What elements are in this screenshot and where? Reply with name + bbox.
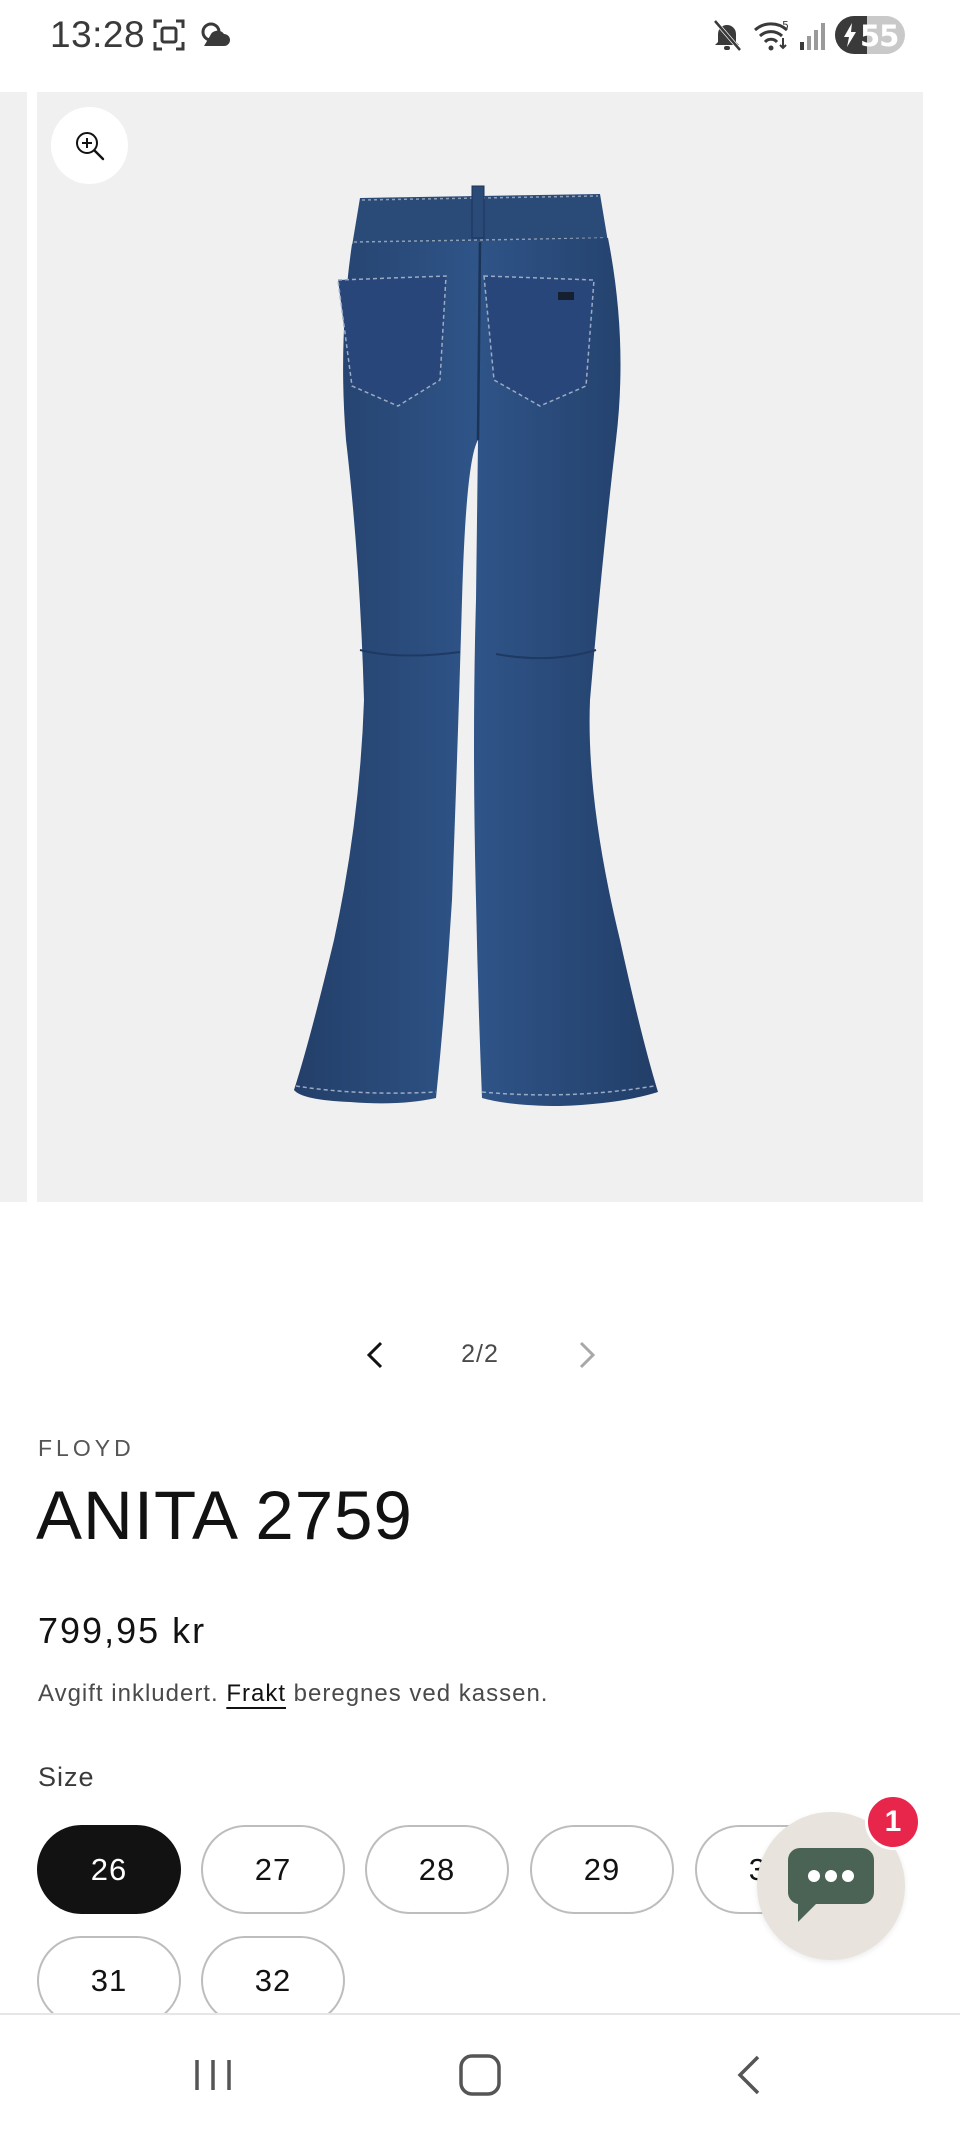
screenshot-icon xyxy=(152,18,186,57)
chat-icon xyxy=(787,1848,874,1922)
shipping-link[interactable]: Frakt xyxy=(226,1680,286,1707)
size-label: Size xyxy=(38,1762,95,1792)
battery-icon: 55 xyxy=(835,16,905,54)
tax-note-text: Avgift inkludert. xyxy=(38,1680,227,1707)
signal-icon xyxy=(798,18,828,57)
back-icon xyxy=(737,2055,760,2095)
size-option-27[interactable]: 27 xyxy=(201,1825,345,1914)
home-button[interactable] xyxy=(450,2045,510,2105)
chevron-right-icon xyxy=(579,1341,596,1369)
size-option-26[interactable]: 26 xyxy=(37,1825,181,1914)
status-bar: 13:28 5 55 xyxy=(0,0,960,72)
product-vendor: FLOYD xyxy=(38,1435,135,1461)
slide-counter: 2/2 xyxy=(461,1340,499,1368)
size-option-28[interactable]: 28 xyxy=(365,1825,509,1914)
size-option-31[interactable]: 31 xyxy=(37,1936,181,2013)
recent-apps-button[interactable] xyxy=(183,2045,243,2105)
previous-slide-peek[interactable] xyxy=(0,92,27,1202)
cloud-icon xyxy=(196,18,232,57)
svg-text:5: 5 xyxy=(782,19,789,32)
back-button[interactable] xyxy=(720,2045,780,2105)
slider-nav: 2/2 xyxy=(340,1320,620,1390)
product-price: 799,95 kr xyxy=(38,1610,207,1651)
chat-unread-badge: 1 xyxy=(865,1794,921,1850)
size-option-29[interactable]: 29 xyxy=(530,1825,674,1914)
home-icon xyxy=(459,2054,501,2096)
zoom-in-icon xyxy=(75,131,104,160)
product-image[interactable] xyxy=(290,180,670,1110)
zoom-button[interactable] xyxy=(51,107,128,184)
chevron-left-icon xyxy=(366,1341,383,1369)
next-slide-button[interactable] xyxy=(566,1335,606,1375)
wifi-icon: 5 xyxy=(752,18,794,57)
navigation-bar xyxy=(0,2013,960,2133)
previous-slide-button[interactable] xyxy=(356,1335,396,1375)
tax-note-text-end: beregnes ved kassen. xyxy=(285,1680,549,1707)
recent-apps-icon xyxy=(195,2060,231,2090)
product-title: ANITA 2759 xyxy=(36,1477,413,1554)
status-time: 13:28 xyxy=(50,14,146,55)
mute-icon xyxy=(712,18,742,57)
battery-level: 55 xyxy=(860,19,899,53)
size-option-32[interactable]: 32 xyxy=(201,1936,345,2013)
tax-note: Avgift inkludert. Frakt beregnes ved kas… xyxy=(38,1680,548,1708)
